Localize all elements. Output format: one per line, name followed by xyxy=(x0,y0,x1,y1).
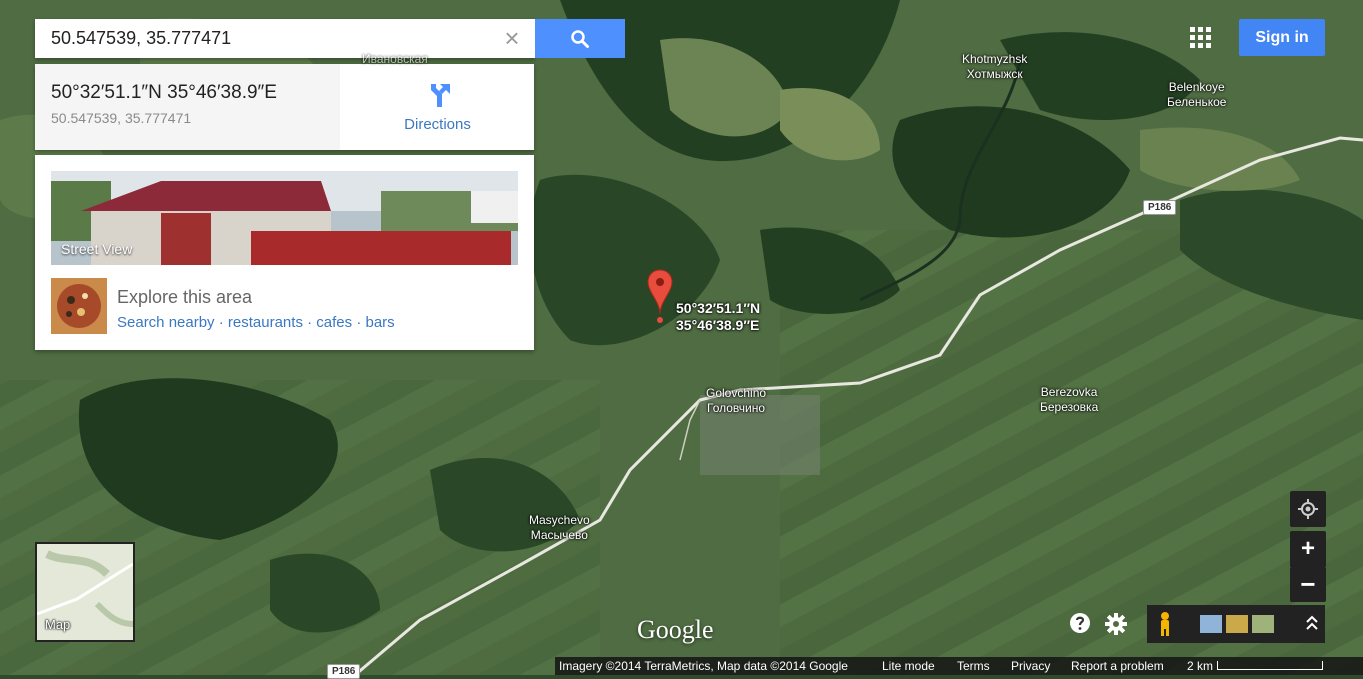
map-switcher-label: Map xyxy=(45,617,71,632)
place-label-berezovka: Berezovka Березовка xyxy=(1040,385,1099,414)
food-thumbnail[interactable] xyxy=(51,278,107,334)
explore-links: Search nearby · restaurants · cafes · ba… xyxy=(117,314,395,331)
my-location-button[interactable] xyxy=(1290,491,1326,527)
zoom-in-button[interactable]: + xyxy=(1290,531,1326,568)
coordinates-card: 50°32′51.1″N 35°46′38.9″E 50.547539, 35.… xyxy=(35,64,534,150)
help-icon[interactable] xyxy=(1069,612,1091,634)
link-separator: · xyxy=(302,314,317,331)
coordinates-decimal: 50.547539, 35.777471 xyxy=(51,110,192,126)
road-shield-p186: P186 xyxy=(327,664,361,679)
street-view-thumbnail[interactable]: Street View xyxy=(51,171,518,265)
zoom-out-button[interactable]: − xyxy=(1290,567,1326,602)
lite-mode-link[interactable]: Lite mode xyxy=(882,659,935,673)
bars-link[interactable]: bars xyxy=(366,314,395,331)
pegman-icon[interactable] xyxy=(1155,611,1175,637)
search-nearby-link[interactable]: Search nearby xyxy=(117,314,215,331)
directions-icon xyxy=(431,84,450,107)
layer-thumb-sky[interactable] xyxy=(1200,615,1222,633)
google-logo: Google xyxy=(637,615,714,644)
layer-thumb-field[interactable] xyxy=(1226,615,1248,633)
explore-card: Street View Explore this area Search nea… xyxy=(35,155,534,350)
chevron-up-icon[interactable] xyxy=(1305,614,1319,632)
link-separator: · xyxy=(352,314,366,331)
map-pin-icon[interactable] xyxy=(646,268,674,326)
search-box: × xyxy=(35,19,535,58)
search-button[interactable] xyxy=(535,19,625,58)
apps-grid-icon[interactable] xyxy=(1190,27,1212,49)
cafes-link[interactable]: cafes xyxy=(316,314,352,331)
crosshair-icon xyxy=(1298,499,1318,519)
place-label-khotmyzhsk: Khotmyzhsk Хотмыжск xyxy=(962,52,1028,81)
marker-coordinates-label: 50°32′51.1″N 35°46′38.9″E xyxy=(676,300,761,333)
link-separator: · xyxy=(214,314,228,331)
privacy-link[interactable]: Privacy xyxy=(1011,659,1050,673)
report-problem-link[interactable]: Report a problem xyxy=(1071,659,1164,673)
coordinates-dms: 50°32′51.1″N 35°46′38.9″E xyxy=(51,82,277,103)
sign-in-button[interactable]: Sign in xyxy=(1239,19,1325,56)
place-label-ivanovskaya: Ивановская xyxy=(362,52,428,66)
gear-icon[interactable] xyxy=(1104,612,1128,636)
place-label-masychevo: Masychevo Масычево xyxy=(529,513,590,542)
scale-bar xyxy=(1217,661,1323,670)
attribution-text: Imagery ©2014 TerraMetrics, Map data ©20… xyxy=(559,659,848,673)
directions-button[interactable]: Directions xyxy=(341,64,534,150)
street-view-label: Street View xyxy=(61,241,133,257)
terms-link[interactable]: Terms xyxy=(957,659,990,673)
scale-label: 2 km xyxy=(1187,659,1214,673)
search-icon xyxy=(571,29,589,48)
restaurants-link[interactable]: restaurants xyxy=(228,314,303,331)
footer-bar: Imagery ©2014 TerraMetrics, Map data ©20… xyxy=(555,657,1363,675)
road-shield-p186: P186 xyxy=(1143,200,1177,215)
layers-bar xyxy=(1147,605,1325,643)
coordinates-panel: 50°32′51.1″N 35°46′38.9″E 50.547539, 35.… xyxy=(35,64,340,150)
directions-label: Directions xyxy=(404,116,471,133)
place-label-golovchino: Golovchino Головчино xyxy=(706,386,767,415)
map-type-switcher[interactable]: Map xyxy=(35,542,135,642)
place-label-belenkoye: Belenkoye Беленькое xyxy=(1167,80,1227,109)
layer-thumb-terrain[interactable] xyxy=(1252,615,1274,633)
explore-title: Explore this area xyxy=(117,287,253,307)
close-icon[interactable]: × xyxy=(500,25,524,51)
